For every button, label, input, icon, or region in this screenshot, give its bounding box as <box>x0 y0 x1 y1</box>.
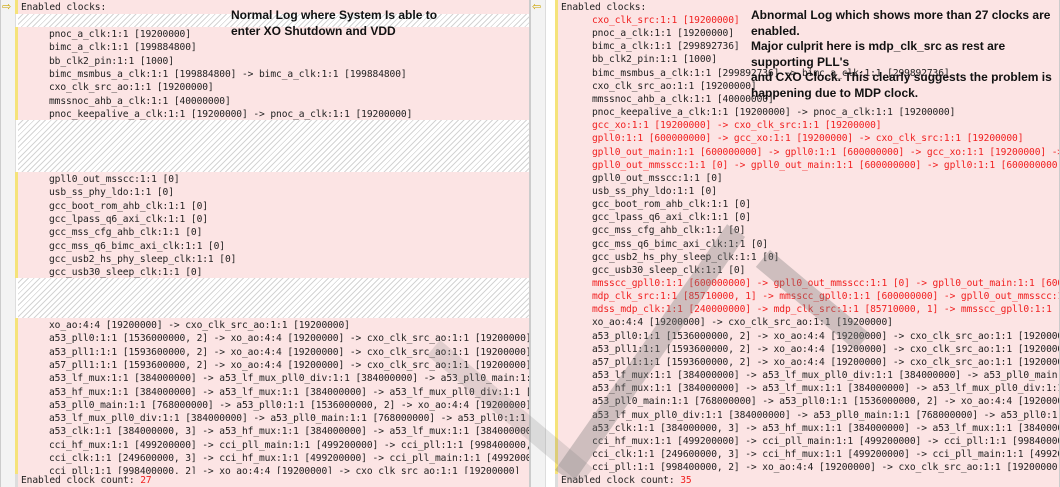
diff-gap <box>18 278 529 318</box>
log-line: gcc_lpass_q6_axi_clk:1:1 [0] <box>49 213 208 225</box>
log-line: gcc_mss_q6_bimc_axi_clk:1:1 [0] <box>49 240 225 252</box>
log-line: mmssnoc_ahb_a_clk:1:1 [40000000] <box>49 95 231 107</box>
log-line: a53_clk:1:1 [384000000, 3] -> a53_hf_mux… <box>592 422 1059 434</box>
log-block-1: pnoc_a_clk:1:1 [19200000] bimc_a_clk:1:1 … <box>15 27 529 120</box>
log-line-highlighted: gcc_xo:1:1 [19200000] -> cxo_clk_src:1:1… <box>592 120 882 132</box>
log-line: cxo_clk_src_ao:1:1 [19200000] <box>49 82 214 94</box>
log-line-highlighted: gpll0_out_main:1:1 [600000000] -> gpll0:… <box>592 146 1059 158</box>
log-line: gcc_lpass_q6_axi_clk:1:1 [0] <box>592 212 751 224</box>
log-line: mmssnoc_ahb_a_clk:1:1 [40000000] <box>592 93 774 105</box>
gutter: ⇨ <box>1 0 16 487</box>
log-block-3: xo_ao:4:4 [19200000] -> cxo_clk_src_ao:1… <box>15 318 530 477</box>
log-line: bimc_a_clk:1:1 [199884800] <box>49 42 197 54</box>
footer-block: Enabled clock count: 27 <box>15 474 529 487</box>
log-line: cci_clk:1:1 [249600000, 3] -> cci_hf_mux… <box>49 453 530 464</box>
log-line-highlighted: cxo_clk_src:1:1 [19200000] <box>592 15 740 26</box>
log-line: cci_pll:1:1 [998400000, 2] -> xo_ao:4:4 … <box>592 462 1060 474</box>
log-line: a53_pll0_main:1:1 [768000000] -> a53_pll… <box>592 396 1059 408</box>
log-line: gcc_boot_rom_ahb_clk:1:1 [0] <box>592 199 751 211</box>
log-line: a53_pll0_main:1:1 [768000000] -> a53_pll… <box>49 399 530 411</box>
log-line-highlighted: gpll0_out_mmsscc:1:1 [0] -> gpll0_out_ma… <box>592 159 1060 171</box>
count-value: 27 <box>140 475 152 486</box>
log-header: Enabled clocks: <box>561 2 647 13</box>
arrow-right-icon[interactable]: ⇨ <box>2 1 11 13</box>
log-line: xo_ao:4:4 [19200000] -> cxo_clk_src_ao:1… <box>49 320 350 331</box>
log-line: a53_clk:1:1 [384000000, 3] -> a53_hf_mux… <box>49 426 529 438</box>
log-line: bb_clk2_pin:1:1 [1000] <box>49 55 174 67</box>
log-line: bimc_msmbus_a_clk:1:1 [199884800] -> bim… <box>49 68 407 80</box>
count-value: 35 <box>680 475 692 486</box>
annotation-normal: Normal Log where System Is able to enter… <box>231 8 437 39</box>
log-line: bimc_a_clk:1:1 [299892736] <box>592 41 740 53</box>
annotation-line: enter XO Shutdown and VDD <box>231 23 396 38</box>
count-label: Enabled clock count: <box>21 475 141 486</box>
log-header: Enabled clocks: <box>21 2 107 13</box>
log-line: a53_pll0:1:1 [1536000000, 2] -> xo_ao:4:… <box>49 333 530 345</box>
log-line: gpll0_out_msscc:1:1 [0] <box>49 174 180 185</box>
log-line: pnoc_a_clk:1:1 [19200000] <box>49 29 191 40</box>
log-line: gcc_boot_rom_ahb_clk:1:1 [0] <box>49 200 208 212</box>
log-line: pnoc_keepalive_a_clk:1:1 [19200000] -> p… <box>592 107 956 119</box>
log-line: gcc_mss_cfg_ahb_clk:1:1 [0] <box>49 227 203 239</box>
log-line-highlighted: mmsscc_gpll0:1:1 [600000000] -> gpll0_ou… <box>592 278 1059 289</box>
enabled-clock-count: Enabled clock count: 27 <box>21 474 152 487</box>
log-line-highlighted: gpll0:1:1 [600000000] -> gcc_xo:1:1 [192… <box>592 133 1024 145</box>
log-line: cci_hf_mux:1:1 [499200000] -> cci_pll_ma… <box>49 439 530 451</box>
log-line: gcc_usb2_hs_phy_sleep_clk:1:1 [0] <box>49 253 237 265</box>
log-line: a53_lf_mux_pll0_div:1:1 [384000000] -> a… <box>592 409 1059 421</box>
log-line: a57_pll1:1:1 [1593600000, 2] -> xo_ao:4:… <box>592 356 1060 368</box>
left-log-pane: ⇨ Enabled clocks: pnoc_a_clk:1:1 [192000… <box>0 0 530 487</box>
gutter: ⇦ <box>531 0 546 487</box>
log-line: a53_hf_mux:1:1 [384000000] -> a53_lf_mux… <box>592 383 1060 395</box>
annotation-line: Normal Log where System Is able to <box>231 8 438 22</box>
annotation-abnormal: Abnormal Log which shows more than 27 cl… <box>751 8 1059 101</box>
log-line: a53_hf_mux:1:1 [384000000] -> a53_lf_mux… <box>49 386 529 398</box>
annotation-line: and CXO Clock. This clearly suggests the… <box>751 70 1052 84</box>
annotation-line: Abnormal Log which shows more than 27 cl… <box>751 8 1051 38</box>
log-line: pnoc_a_clk:1:1 [19200000] <box>592 28 734 40</box>
diff-gap <box>18 120 529 172</box>
log-line: cxo_clk_src_ao:1:1 [19200000] <box>592 80 757 92</box>
log-line: gpll0_out_msscc:1:1 [0] <box>592 172 723 184</box>
arrow-left-icon[interactable]: ⇦ <box>532 1 541 13</box>
log-line: usb_ss_phy_ldo:1:1 [0] <box>592 185 717 197</box>
log-line: gcc_usb2_hs_phy_sleep_clk:1:1 [0] <box>592 251 780 263</box>
log-line: a53_lf_mux:1:1 [384000000] -> a53_lf_mux… <box>592 370 1059 382</box>
annotation-line: Major culprit here is mdp_clk_src as res… <box>751 39 1006 69</box>
log-line: cci_clk:1:1 [249600000, 3] -> cci_hf_mux… <box>592 448 1059 460</box>
log-line: cci_hf_mux:1:1 [499200000] -> cci_pll_ma… <box>592 435 1059 447</box>
annotation-line: happening due to MDP clock. <box>751 85 919 100</box>
log-line: a53_lf_mux_pll0_div:1:1 [384000000] -> a… <box>49 413 526 425</box>
log-block-2: gpll0_out_msscc:1:1 [0] usb_ss_phy_ldo:1:… <box>15 172 529 278</box>
log-line: usb_ss_phy_ldo:1:1 [0] <box>49 187 174 199</box>
log-line: pnoc_keepalive_a_clk:1:1 [19200000] -> p… <box>49 108 413 120</box>
footer-block: Enabled clock count: 35 <box>555 474 1059 487</box>
log-line: bb_clk2_pin:1:1 [1000] <box>592 54 717 66</box>
